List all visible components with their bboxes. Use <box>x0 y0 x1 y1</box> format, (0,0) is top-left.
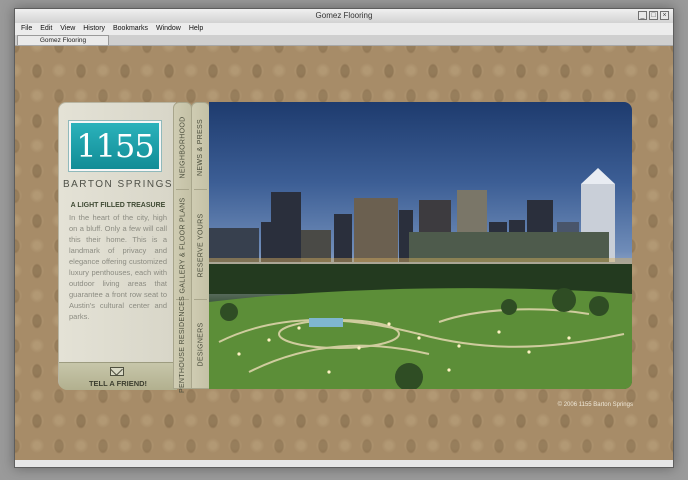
nav-strip-right: NEWS & PRESS RESERVE YOURS DESIGNERS <box>191 102 210 389</box>
logo[interactable]: 1155 <box>69 121 161 171</box>
menu-window[interactable]: Window <box>156 23 181 35</box>
nav-neighborhood[interactable]: NEIGHBORHOOD <box>174 107 191 187</box>
skyline-illustration <box>209 168 632 389</box>
menu-edit[interactable]: Edit <box>40 23 52 35</box>
title-bar[interactable]: Gomez Flooring _ □ × <box>15 9 673 24</box>
menu-bar: File Edit View History Bookmarks Window … <box>15 23 673 35</box>
city-skyline-photo <box>209 102 632 389</box>
left-info-panel: 1155 BARTON SPRINGS A LIGHT FILLED TREAS… <box>58 102 177 390</box>
nav-gallery-label: GALLERY & FLOOR PLANS <box>179 197 187 293</box>
nav-divider <box>176 189 189 190</box>
maximize-button[interactable]: □ <box>649 11 658 20</box>
nav-reserve-yours[interactable]: RESERVE YOURS <box>192 195 209 295</box>
tell-a-friend-label: TELL A FRIEND! <box>88 379 148 388</box>
nav-penthouse-residences[interactable]: PENTHOUSE RESIDENCES <box>174 295 191 392</box>
nav-divider <box>194 189 207 190</box>
logo-subtitle: BARTON SPRINGS <box>62 179 174 190</box>
nav-designers-label: DESIGNERS <box>197 322 204 366</box>
menu-bookmarks[interactable]: Bookmarks <box>113 23 148 35</box>
menu-help[interactable]: Help <box>189 23 203 35</box>
nav-news-press[interactable]: NEWS & PRESS <box>192 107 209 187</box>
tab-bar: Gomez Flooring <box>15 35 673 46</box>
nav-reserve-label: RESERVE YOURS <box>197 213 205 277</box>
close-button[interactable]: × <box>660 11 669 20</box>
window-controls: _ □ × <box>638 11 669 20</box>
tell-a-friend-button[interactable]: TELL A FRIEND! <box>59 362 177 390</box>
tagline: A LIGHT FILLED TREASURE <box>70 202 166 209</box>
copyright-text: © 2006 1155 Barton Springs <box>557 402 633 408</box>
minimize-button[interactable]: _ <box>638 11 647 20</box>
nav-designers[interactable]: DESIGNERS <box>192 303 209 385</box>
nav-divider <box>194 299 207 300</box>
menu-history[interactable]: History <box>83 23 105 35</box>
menu-view[interactable]: View <box>60 23 75 35</box>
nav-penthouse-label: PENTHOUSE RESIDENCES <box>179 295 186 393</box>
page-content: 1155 BARTON SPRINGS A LIGHT FILLED TREAS… <box>15 46 673 460</box>
site-container: 1155 BARTON SPRINGS A LIGHT FILLED TREAS… <box>58 102 632 393</box>
window-title: Gomez Flooring <box>315 11 373 20</box>
menu-file[interactable]: File <box>21 23 32 35</box>
logo-number: 1155 <box>76 127 154 165</box>
nav-news-label: NEWS & PRESS <box>197 118 205 176</box>
browser-window: Gomez Flooring _ □ × File Edit View Hist… <box>14 8 674 468</box>
description-text: In the heart of the city, high on a bluf… <box>69 213 167 321</box>
nav-strip-left: NEIGHBORHOOD GALLERY & FLOOR PLANS PENTH… <box>173 102 192 393</box>
tab-gomez-flooring[interactable]: Gomez Flooring <box>17 35 109 45</box>
envelope-icon <box>110 367 124 376</box>
nav-neighborhood-label: NEIGHBORHOOD <box>179 116 187 178</box>
nav-gallery-floor-plans[interactable]: GALLERY & FLOOR PLANS <box>174 195 191 295</box>
